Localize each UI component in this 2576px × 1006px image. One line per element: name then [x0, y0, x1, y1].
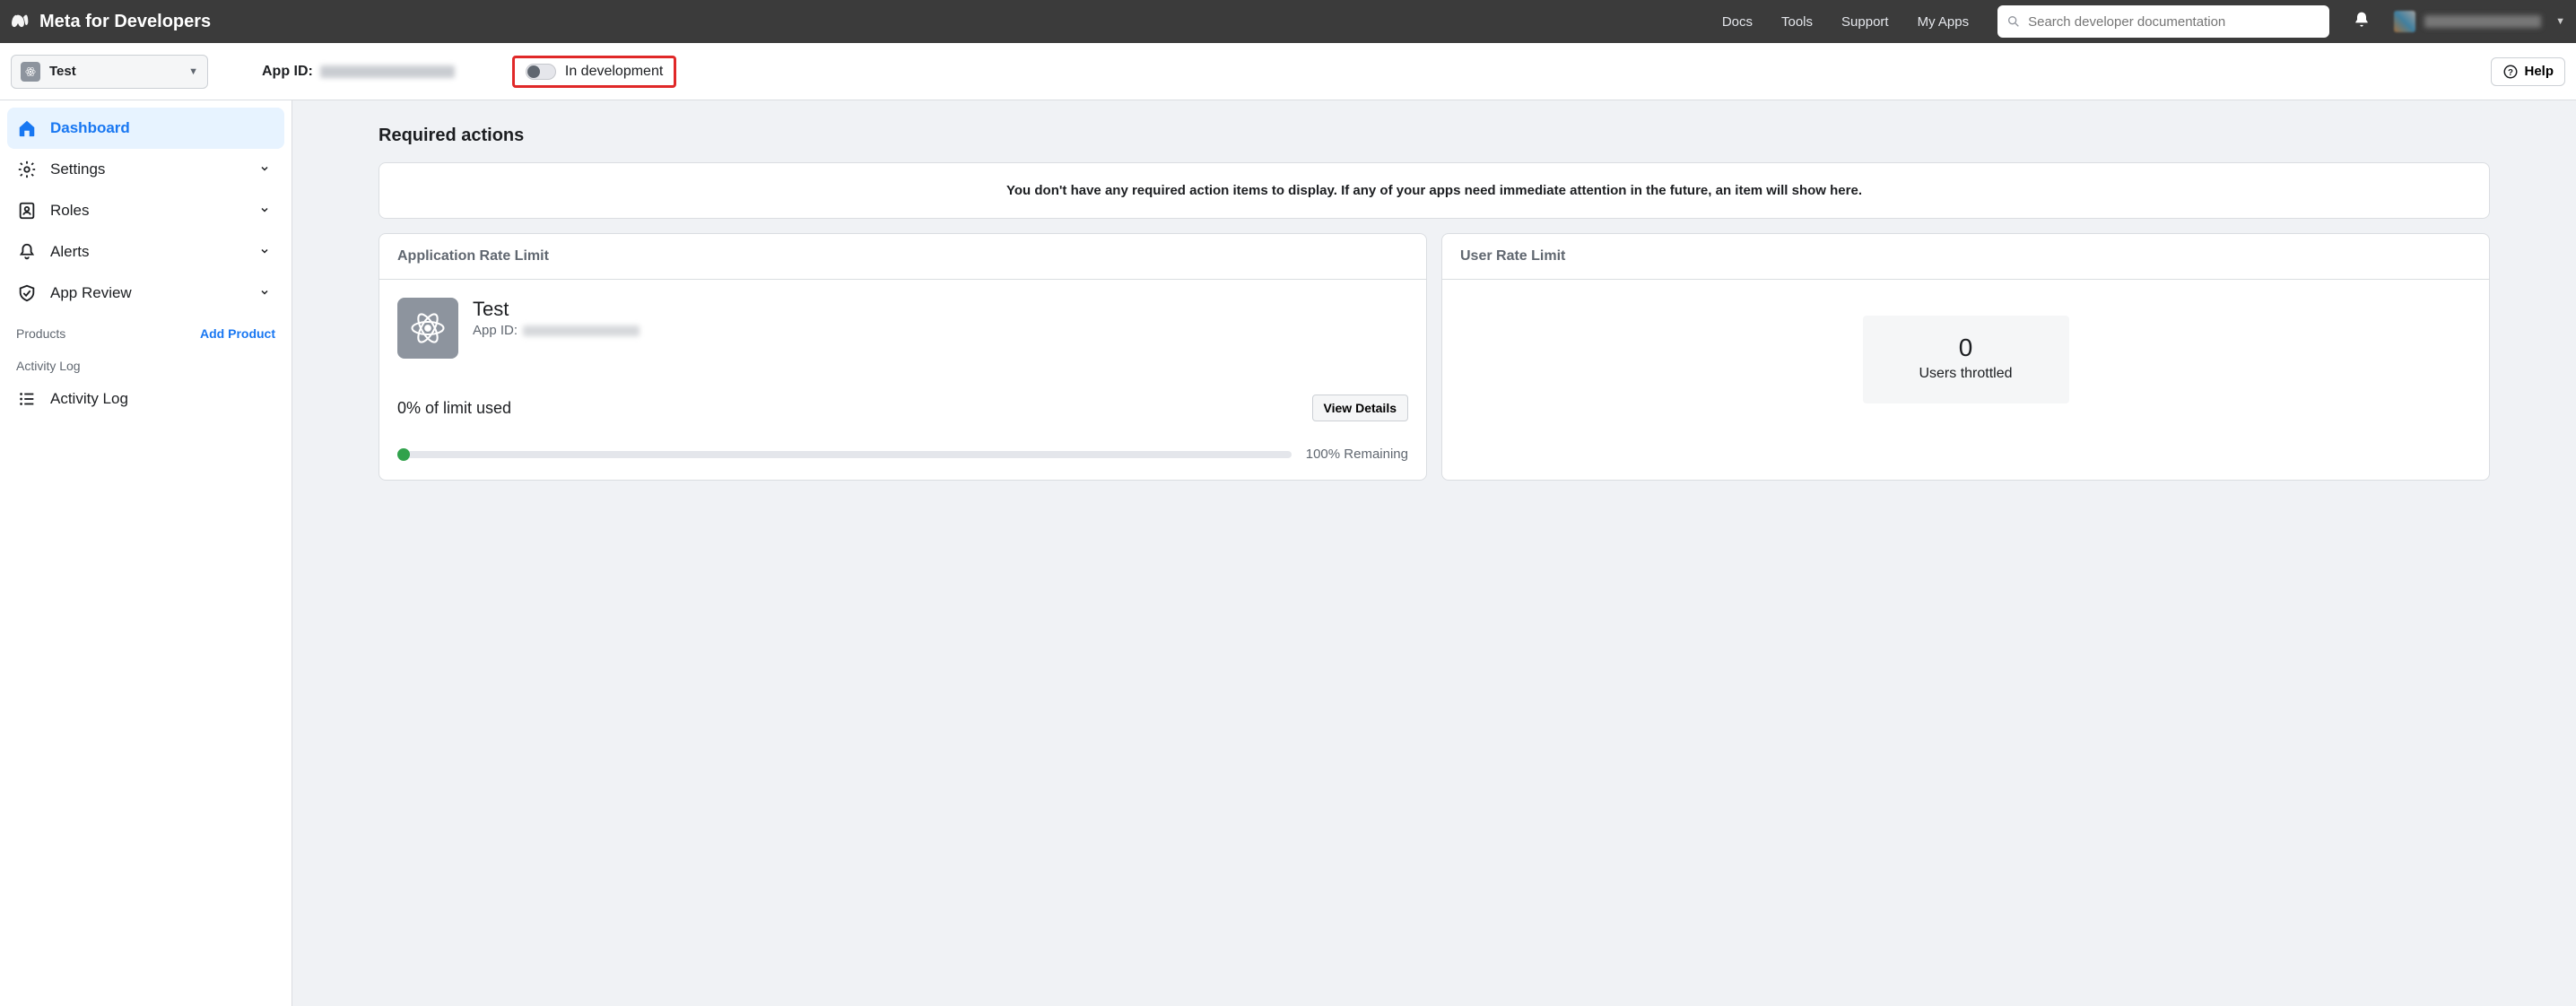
- gear-icon: [16, 160, 38, 179]
- sidebar-item-label: Roles: [50, 202, 89, 220]
- chevron-down-icon: [259, 284, 275, 302]
- help-button[interactable]: ? Help: [2491, 57, 2565, 86]
- top-nav: Meta for Developers Docs Tools Support M…: [0, 0, 2576, 43]
- required-actions-title: Required actions: [379, 126, 2490, 146]
- chevron-down-icon: ▼: [188, 66, 198, 77]
- app-name: Test: [473, 298, 640, 321]
- sidebar-item-settings[interactable]: Settings: [7, 149, 284, 190]
- sidebar-item-dashboard[interactable]: Dashboard: [7, 108, 284, 149]
- sidebar-item-label: Settings: [50, 160, 105, 178]
- dev-mode-label: In development: [565, 64, 663, 80]
- sidebar-item-label: Dashboard: [50, 119, 130, 137]
- sidebar-item-roles[interactable]: Roles: [7, 190, 284, 231]
- meta-logo-icon: [11, 11, 32, 32]
- card-user-rate-limit: User Rate Limit 0 Users throttled: [1441, 233, 2490, 481]
- chevron-down-icon: ▼: [2555, 16, 2565, 27]
- roles-icon: [16, 201, 38, 221]
- bell-icon: [2353, 11, 2371, 29]
- sidebar-item-app-review[interactable]: App Review: [7, 273, 284, 314]
- app-selector[interactable]: Test ▼: [11, 55, 208, 89]
- required-actions-empty: You don't have any required action items…: [379, 162, 2490, 219]
- card-title: User Rate Limit: [1442, 234, 2489, 280]
- atom-icon: [409, 309, 447, 347]
- throttled-count: 0: [1872, 334, 2060, 362]
- notifications-button[interactable]: [2353, 11, 2371, 33]
- nav-tools[interactable]: Tools: [1781, 14, 1813, 30]
- app-id-block: App ID:: [262, 64, 455, 80]
- nav-myapps[interactable]: My Apps: [1918, 14, 1970, 30]
- search-container[interactable]: [1997, 5, 2329, 38]
- brand[interactable]: Meta for Developers: [11, 11, 211, 32]
- chevron-down-icon: [259, 202, 275, 220]
- toggle-knob: [527, 65, 540, 78]
- search-input[interactable]: [2028, 14, 2320, 30]
- shield-icon: [16, 283, 38, 303]
- nav-docs[interactable]: Docs: [1722, 14, 1753, 30]
- main-content: Required actions You don't have any requ…: [292, 100, 2576, 1006]
- svg-text:?: ?: [2509, 67, 2514, 77]
- throttled-label: Users throttled: [1872, 366, 2060, 382]
- dev-mode-toggle[interactable]: [526, 64, 556, 80]
- sidebar-item-label: App Review: [50, 284, 132, 302]
- list-icon: [16, 389, 38, 409]
- atom-icon: [24, 65, 37, 78]
- view-details-button[interactable]: View Details: [1312, 395, 1408, 421]
- bell-icon: [16, 242, 38, 262]
- sidebar-activity-header: Activity Log: [7, 346, 284, 378]
- dev-mode-highlight: In development: [512, 56, 676, 88]
- help-label: Help: [2524, 64, 2554, 79]
- chevron-down-icon: [259, 160, 275, 178]
- home-icon: [16, 118, 38, 138]
- card-app-rate-limit: Application Rate Limit Test App ID:: [379, 233, 1427, 481]
- sidebar-item-alerts[interactable]: Alerts: [7, 231, 284, 273]
- nav-support[interactable]: Support: [1841, 14, 1889, 30]
- app-id-redacted: [320, 65, 455, 78]
- sidebar-item-label: Alerts: [50, 243, 89, 261]
- topnav-links: Docs Tools Support My Apps: [1722, 14, 1969, 30]
- app-icon: [397, 298, 458, 359]
- search-icon: [2006, 14, 2021, 29]
- app-icon: [21, 62, 40, 82]
- app-selector-name: Test: [49, 64, 179, 79]
- user-menu[interactable]: ▼: [2394, 11, 2565, 32]
- card-title: Application Rate Limit: [379, 234, 1426, 280]
- chevron-down-icon: [259, 243, 275, 261]
- app-bar: Test ▼ App ID: In development ? Help: [0, 43, 2576, 100]
- sidebar-products-header: Products Add Product: [7, 314, 284, 346]
- sidebar-item-label: Activity Log: [50, 390, 128, 408]
- rate-limit-progress: [397, 451, 1292, 458]
- remaining-text: 100% Remaining: [1306, 447, 1408, 462]
- avatar: [2394, 11, 2415, 32]
- app-id-redacted: [523, 325, 640, 336]
- add-product-link[interactable]: Add Product: [200, 326, 275, 341]
- app-id-label: App ID:: [473, 323, 518, 338]
- activity-log-header-label: Activity Log: [16, 359, 81, 373]
- brand-text: Meta for Developers: [39, 12, 211, 32]
- products-label: Products: [16, 326, 65, 341]
- limit-used-text: 0% of limit used: [397, 399, 511, 418]
- help-icon: ?: [2502, 64, 2519, 80]
- sidebar: Dashboard Settings Roles Alerts: [0, 100, 292, 1006]
- username-redacted: [2424, 15, 2541, 28]
- progress-indicator: [397, 448, 410, 461]
- sidebar-item-activity-log[interactable]: Activity Log: [7, 378, 284, 420]
- app-id-label: App ID:: [262, 64, 313, 80]
- throttle-box: 0 Users throttled: [1863, 316, 2069, 403]
